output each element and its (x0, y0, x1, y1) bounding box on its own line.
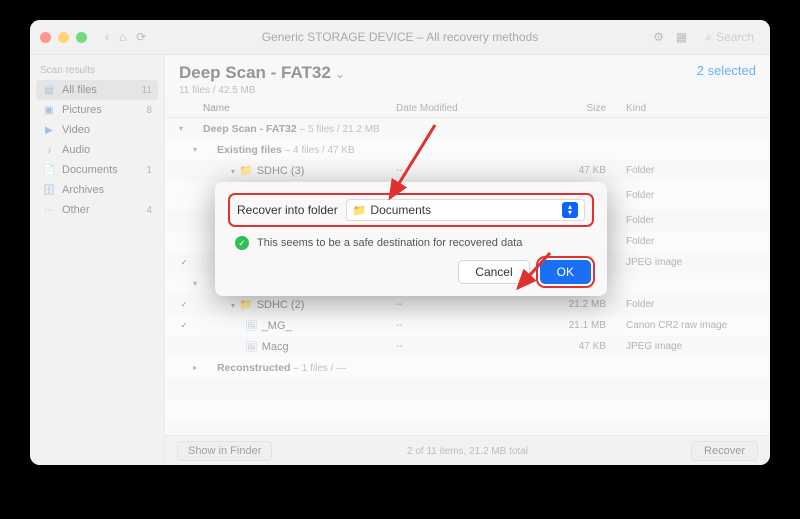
table-row[interactable]: ▾📁SDHC (3)--47 KBFolder (165, 160, 770, 181)
sidebar-item-all-files[interactable]: ▤All files11 (36, 80, 158, 100)
group-row[interactable]: ▸Reconstructed – 1 files / — (165, 357, 770, 378)
checkbox[interactable] (179, 166, 189, 176)
cancel-button[interactable]: Cancel (458, 260, 529, 284)
sidebar-item-audio[interactable]: ♪Audio (36, 140, 158, 160)
page-subtitle: 11 files / 42.5 MB (179, 85, 345, 96)
sidebar-item-other[interactable]: ⋯Other4 (36, 200, 158, 220)
table-row[interactable]: 🖼Macg--47 KBJPEG image (165, 336, 770, 357)
table-row (165, 420, 770, 435)
destination-dropdown[interactable]: 📁 Documents ▴▾ (346, 199, 585, 221)
chevron-right-icon[interactable]: ▸ (179, 363, 201, 372)
checkbox[interactable] (179, 237, 189, 247)
selection-count: 2 selected (697, 63, 756, 78)
chevron-down-icon[interactable]: ▾ (231, 301, 239, 310)
table-row (165, 378, 770, 399)
checkbox[interactable]: ✓ (179, 258, 189, 268)
sidebar-header: Scan results (40, 65, 154, 76)
chevron-down-icon[interactable]: ▾ (179, 279, 201, 288)
page-title[interactable]: Deep Scan - FAT32 ⌄ (179, 63, 345, 83)
folder-icon: 📁 (239, 165, 253, 177)
chevron-down-icon[interactable]: ▾ (179, 124, 187, 133)
column-headers: Name Date Modified Size Kind (165, 100, 770, 118)
image-file-icon: 🖼 (245, 342, 258, 353)
table-row[interactable]: ✓🖼_MG_--21.1 MBCanon CR2 raw image (165, 315, 770, 336)
check-circle-icon: ✓ (235, 236, 249, 250)
destination-label: Recover into folder (237, 203, 338, 217)
stepper-arrows-icon: ▴▾ (562, 202, 578, 218)
sidebar-item-documents[interactable]: 📄Documents1 (36, 160, 158, 180)
chevron-down-icon[interactable]: ▾ (231, 167, 239, 176)
folder-icon: 📁 (353, 204, 367, 217)
window-title: Generic STORAGE DEVICE – All recovery me… (30, 30, 770, 44)
destination-value: Documents (370, 203, 431, 217)
col-kind[interactable]: Kind (606, 103, 756, 114)
table-row[interactable]: ✓▾📁SDHC (2)--21.2 MBFolder (165, 294, 770, 315)
recover-dialog: Recover into folder 📁 Documents ▴▾ ✓ Thi… (215, 182, 607, 296)
checkbox[interactable]: ✓ (179, 321, 189, 331)
chevron-down-icon: ⌄ (336, 69, 345, 81)
col-size[interactable]: Size (526, 103, 606, 114)
checkbox[interactable] (179, 191, 189, 201)
sidebar-item-video[interactable]: ▶Video (36, 120, 158, 140)
destination-picker-row: Recover into folder 📁 Documents ▴▾ (231, 196, 591, 224)
table-row (165, 399, 770, 420)
titlebar: ‹ ⌂ ⟳ Generic STORAGE DEVICE – All recov… (30, 20, 770, 55)
chevron-down-icon[interactable]: ▾ (179, 145, 201, 154)
show-in-finder-button[interactable]: Show in Finder (177, 441, 272, 461)
sidebar-item-archives[interactable]: 🗄Archives (36, 180, 158, 200)
footer: Show in Finder 2 of 11 items, 21.2 MB to… (165, 435, 770, 465)
checkbox[interactable] (179, 342, 189, 352)
image-file-icon: 🖼 (245, 321, 258, 332)
group-row[interactable]: ▾Existing files – 4 files / 47 KB (165, 139, 770, 160)
safety-message: ✓ This seems to be a safe destination fo… (235, 236, 587, 250)
checkbox[interactable] (179, 216, 189, 226)
ok-button[interactable]: OK (540, 260, 591, 284)
checkbox[interactable]: ✓ (179, 300, 189, 310)
group-row[interactable]: ▾Deep Scan - FAT32 – 5 files / 21.2 MB (165, 118, 770, 139)
folder-icon: 📁 (239, 299, 253, 311)
col-date[interactable]: Date Modified (396, 103, 526, 114)
sidebar-item-pictures[interactable]: ▣Pictures8 (36, 100, 158, 120)
col-name[interactable]: Name (203, 103, 396, 114)
recover-button[interactable]: Recover (691, 441, 758, 461)
sidebar: Scan results ▤All files11 ▣Pictures8 ▶Vi… (30, 55, 165, 465)
